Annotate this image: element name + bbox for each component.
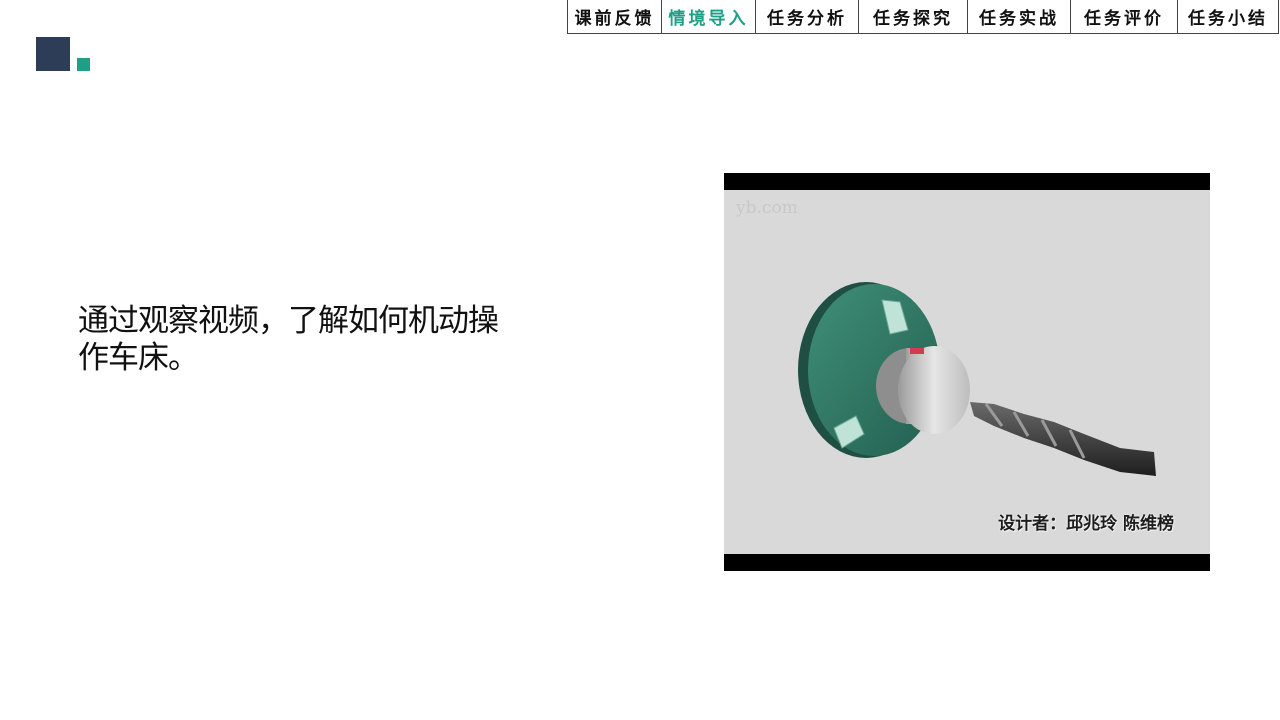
video-credit: 设计者：邱兆玲 陈维榜 <box>998 514 1174 534</box>
top-navigation: 课前反馈 情境导入 任务分析 任务探究 任务实战 任务评价 任务小结 <box>567 0 1279 34</box>
decorative-square-accent <box>77 58 90 71</box>
video-watermark: yb.com <box>736 198 798 218</box>
video-frame: yb.com 设计者：邱兆玲 陈维榜 <box>724 190 1210 554</box>
slide: 课前反馈 情境导入 任务分析 任务探究 任务实战 任务评价 任务小结 通过观察视… <box>0 0 1280 720</box>
tab-task-evaluation[interactable]: 任务评价 <box>1071 0 1178 33</box>
lathe-chuck-illustration <box>798 282 1156 476</box>
description-text: 通过观察视频，了解如何机动操作车床。 <box>78 303 499 376</box>
video-player[interactable]: yb.com 设计者：邱兆玲 陈维榜 <box>724 173 1210 571</box>
tab-task-exploration[interactable]: 任务探究 <box>859 0 968 33</box>
tab-scenario-intro[interactable]: 情境导入 <box>662 0 756 33</box>
tab-task-analysis[interactable]: 任务分析 <box>756 0 859 33</box>
tab-task-practice[interactable]: 任务实战 <box>968 0 1071 33</box>
tab-task-summary[interactable]: 任务小结 <box>1178 0 1279 33</box>
decorative-square-dark <box>36 37 70 71</box>
tab-pre-class-feedback[interactable]: 课前反馈 <box>568 0 662 33</box>
